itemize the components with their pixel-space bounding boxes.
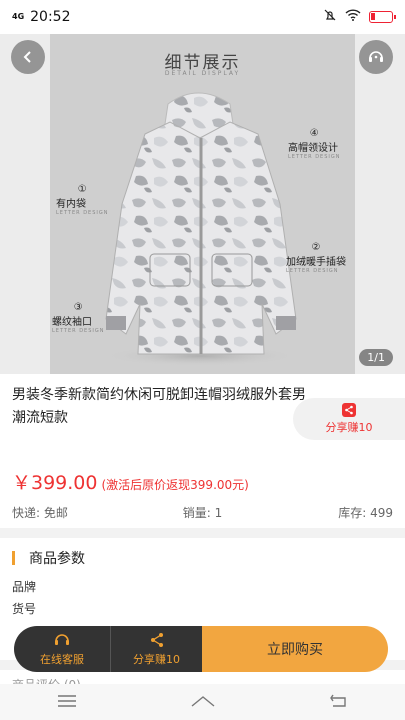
section-divider — [0, 528, 405, 538]
buy-now-button[interactable]: 立即购买 — [202, 626, 388, 672]
product-photo: 细节展示 DETAIL DISPLAY ④ 高帽领设计 LETTER DESIG… — [50, 34, 355, 374]
battery-icon — [369, 11, 396, 23]
sales-count: 销量: 1 — [182, 505, 223, 520]
system-nav-bar — [0, 684, 405, 720]
params-header: 商品参数 — [12, 548, 85, 568]
buy-now-label: 立即购买 — [267, 642, 323, 658]
params-title: 商品参数 — [29, 551, 85, 567]
param-sku-label: 货号 — [12, 602, 37, 616]
network-indicator: 4G — [12, 12, 25, 21]
online-service-label: 在线客服 — [40, 652, 84, 666]
mute-icon — [323, 8, 337, 26]
param-brand-label: 品牌 — [12, 580, 37, 594]
status-bar: 4G 20:52 — [0, 0, 405, 34]
wifi-icon — [345, 9, 361, 25]
share-earn-label: 分享赚10 — [325, 421, 373, 434]
stock-count: 库存: 499 — [338, 505, 393, 520]
home-icon[interactable] — [190, 693, 216, 712]
online-service-button[interactable]: 在线客服 — [14, 626, 110, 672]
share-earn-button[interactable]: 分享赚10 — [293, 398, 405, 440]
customer-service-button[interactable] — [359, 40, 393, 74]
cashback-note: (激活后原价返现399.00元) — [101, 478, 249, 492]
product-title: 男装冬季新款简约休闲可脱卸连帽羽绒服外套男潮流短款 — [12, 387, 306, 426]
share-icon — [342, 403, 356, 417]
shipping-sales-stock-row: 快递: 免邮 销量: 1 库存: 499 — [0, 498, 405, 526]
callout-cuff: ③ 螺纹袖口 LETTER DESIGN — [52, 302, 105, 334]
callout-hood: ④ 高帽领设计 LETTER DESIGN — [288, 128, 341, 160]
section-marker — [12, 551, 15, 565]
callout-inner-pocket: ① 有内袋 LETTER DESIGN — [56, 184, 109, 216]
price: ￥399.00 — [12, 472, 98, 494]
back-nav-icon[interactable] — [329, 693, 349, 712]
back-button[interactable] — [11, 40, 45, 74]
status-time: 20:52 — [30, 9, 71, 25]
callout-hand-pocket: ② 加绒暖手插袋 LETTER DESIGN — [286, 242, 346, 274]
share-earn-bottom-label: 分享赚10 — [133, 652, 180, 666]
image-counter: 1/1 — [359, 349, 393, 366]
product-title-row: 男装冬季新款简约休闲可脱卸连帽羽绒服外套男潮流短款 分享赚10 — [0, 380, 405, 440]
headset-icon — [55, 633, 69, 645]
menu-icon[interactable] — [57, 693, 77, 712]
product-image-carousel[interactable]: 细节展示 DETAIL DISPLAY ④ 高帽领设计 LETTER DESIG… — [0, 34, 405, 374]
share-icon — [150, 632, 163, 647]
bottom-action-bar: 在线客服 分享赚10 立即购买 — [14, 626, 388, 672]
chevron-left-icon — [23, 51, 31, 63]
share-earn-bottom-button[interactable]: 分享赚10 — [110, 626, 202, 672]
headset-icon — [369, 51, 383, 62]
shipping-info: 快递: 免邮 — [12, 505, 68, 520]
price-row: ￥399.00 (激活后原价返现399.00元) — [12, 468, 249, 495]
